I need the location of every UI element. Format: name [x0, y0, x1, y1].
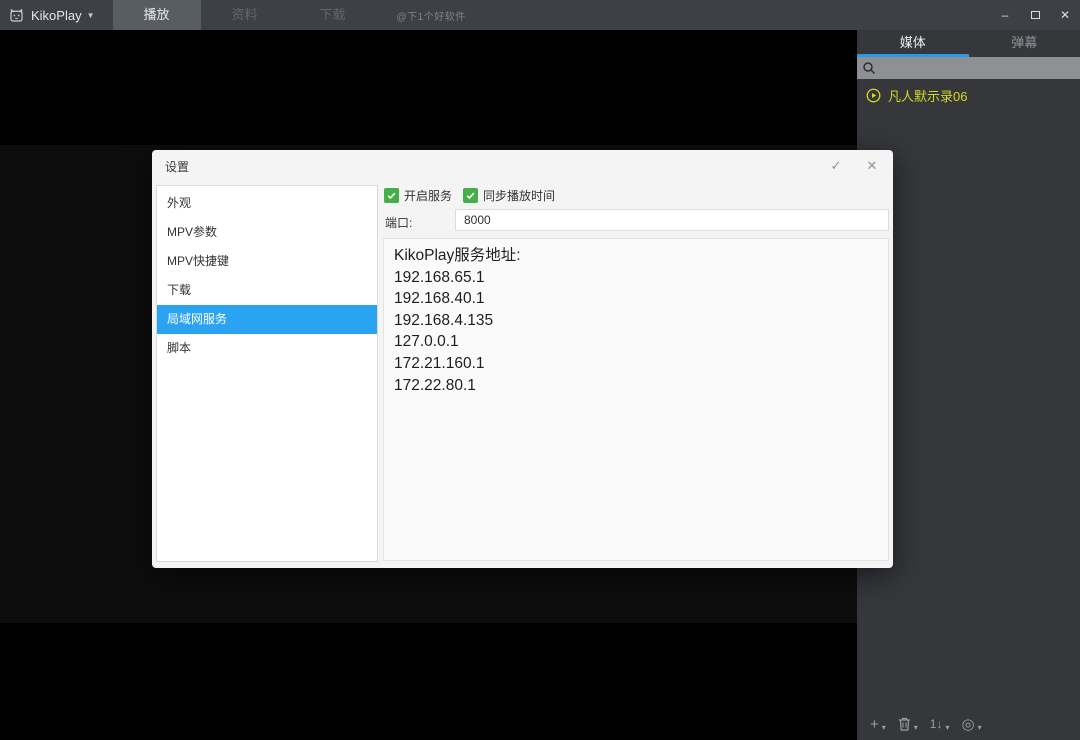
settings-nav-mpv-shortcuts[interactable]: MPV快捷键 — [157, 247, 377, 276]
settings-nav-scripts[interactable]: 脚本 — [157, 334, 377, 363]
loop-icon: ◎ — [961, 715, 975, 733]
settings-nav-lan-service[interactable]: 局域网服务 — [157, 305, 377, 334]
add-caret-icon: ▾ — [881, 723, 886, 732]
playlist-item-title: 凡人默示录06 — [888, 89, 968, 104]
service-address: 172.22.80.1 — [394, 376, 476, 394]
app-menu-button[interactable]: KikoPlay ▼ — [8, 7, 95, 24]
settings-dialog-actions: ✓ ✕ — [828, 158, 880, 174]
service-address-heading: KikoPlay服务地址: — [394, 247, 521, 264]
loop-caret-icon: ▾ — [977, 723, 982, 732]
sort-icon: 1↓ — [929, 716, 943, 731]
tab-library[interactable]: 资料 — [201, 0, 289, 30]
settings-dialog-title: 设置 — [165, 159, 190, 174]
service-address: 192.168.40.1 — [394, 290, 485, 308]
kikoplay-logo-icon — [10, 8, 23, 22]
service-address: 172.21.160.1 — [394, 354, 485, 372]
add-icon: + — [870, 715, 879, 733]
settings-nav-list: 外观 MPV参数 MPV快捷键 下载 局域网服务 脚本 — [156, 185, 378, 562]
settings-nav-appearance[interactable]: 外观 — [157, 189, 377, 218]
sort-caret-icon: ▾ — [945, 723, 950, 732]
sort-button[interactable]: 1↓ ▾ — [929, 716, 950, 733]
tab-play[interactable]: 播放 — [112, 0, 201, 30]
app-menu-dropdown-icon: ▼ — [86, 10, 95, 20]
delete-button[interactable]: ▾ — [898, 716, 918, 732]
search-icon — [863, 62, 876, 75]
sidebar-tabs: 媒体 弹幕 — [857, 30, 1080, 57]
tab-danmaku[interactable]: 弹幕 — [969, 30, 1080, 57]
dialog-ok-button[interactable]: ✓ — [828, 158, 844, 174]
add-button[interactable]: + ▾ — [870, 715, 886, 733]
port-label: 端口: — [385, 216, 413, 230]
service-address: 127.0.0.1 — [394, 333, 459, 351]
maximize-button[interactable] — [1020, 0, 1050, 30]
main-tabs: 播放 资料 下载 — [112, 0, 377, 30]
playlist: 凡人默示录06 — [857, 83, 1080, 108]
minimize-button[interactable]: – — [990, 0, 1020, 30]
service-address-box: KikoPlay服务地址: 192.168.65.1 192.168.40.1 … — [383, 238, 889, 561]
window-controls: – ✕ — [990, 0, 1080, 30]
service-options-row: 开启服务 同步播放时间 — [384, 187, 566, 204]
title-bar: KikoPlay ▼ 播放 资料 下载 @下1个好软件 – ✕ — [0, 0, 1080, 30]
playlist-toolbar: + ▾ ▾ 1↓ ▾ ◎ ▾ — [857, 708, 1080, 740]
service-address: 192.168.4.135 — [394, 311, 494, 329]
enable-service-label: 开启服务 — [404, 189, 453, 203]
close-button[interactable]: ✕ — [1050, 0, 1080, 30]
sync-time-label: 同步播放时间 — [483, 189, 556, 203]
watermark-text: @下1个好软件 — [396, 11, 466, 23]
checkbox-checked-icon — [384, 188, 399, 203]
search-input[interactable] — [880, 58, 1075, 78]
playlist-item[interactable]: 凡人默示录06 — [857, 83, 1080, 108]
delete-caret-icon: ▾ — [913, 723, 918, 732]
sync-time-checkbox[interactable]: 同步播放时间 — [463, 187, 555, 204]
search-bar[interactable] — [857, 57, 1080, 79]
tab-media[interactable]: 媒体 — [857, 30, 969, 57]
tab-download[interactable]: 下载 — [289, 0, 377, 30]
delete-icon — [898, 717, 910, 731]
settings-nav-download[interactable]: 下载 — [157, 276, 377, 305]
settings-nav-mpv-params[interactable]: MPV参数 — [157, 218, 377, 247]
checkbox-checked-icon — [463, 188, 479, 203]
playing-icon — [866, 88, 881, 103]
dialog-close-button[interactable]: ✕ — [864, 158, 880, 174]
service-address: 192.168.65.1 — [394, 268, 485, 286]
enable-service-checkbox[interactable]: 开启服务 — [384, 187, 452, 204]
port-input[interactable] — [455, 209, 889, 231]
settings-dialog: 设置 ✓ ✕ 外观 MPV参数 MPV快捷键 下载 局域网服务 脚本 开启服务 … — [152, 150, 893, 568]
settings-dialog-titlebar: 设置 ✓ ✕ — [152, 150, 893, 182]
maximize-icon — [1030, 11, 1040, 19]
loop-mode-button[interactable]: ◎ ▾ — [961, 715, 982, 733]
app-title: KikoPlay — [31, 7, 82, 23]
